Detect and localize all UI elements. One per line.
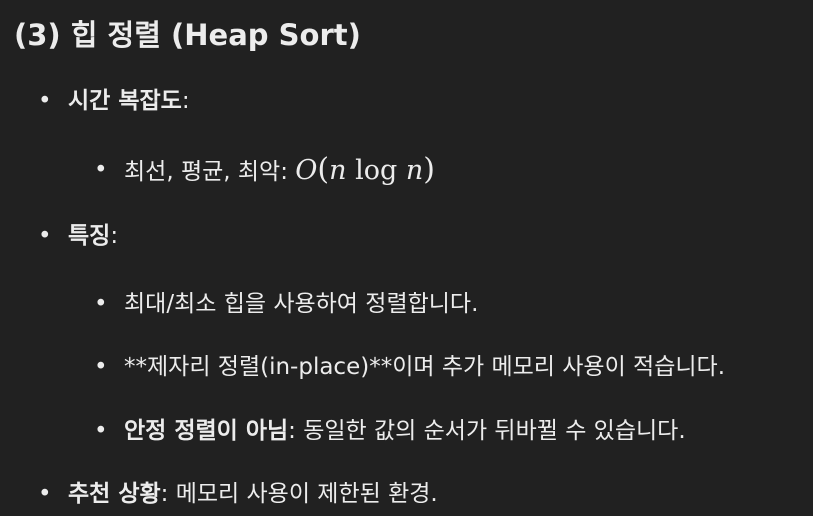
math-log: log (355, 155, 398, 186)
item-text: **제자리 정렬(in-place)**이며 추가 메모리 사용이 적습니다. (124, 354, 725, 380)
math-O: O (295, 155, 318, 186)
item-text: : 동일한 값의 순서가 뒤바뀔 수 있습니다. (288, 418, 686, 444)
math-rparen: ) (423, 152, 435, 187)
math-n: n (405, 155, 424, 186)
bullet-icon: • (38, 481, 52, 507)
item-label: 시간 복잡도 (68, 88, 182, 114)
bullet-icon: • (38, 223, 52, 249)
list-item-recommended: • 추천 상황: 메모리 사용이 제한된 환경. (38, 477, 438, 511)
item-suffix: : 메모리 사용이 제한된 환경. (160, 481, 438, 507)
section-heading: (3) 힙 정렬 (Heap Sort) (14, 18, 361, 52)
list-item-feature-2: • **제자리 정렬(in-place)**이며 추가 메모리 사용이 적습니다… (94, 350, 725, 384)
bullet-icon: • (94, 418, 108, 444)
bullet-icon: • (94, 157, 108, 183)
item-label: 추천 상황 (68, 481, 161, 507)
list-item-feature-1: • 최대/최소 힙을 사용하여 정렬합니다. (94, 287, 479, 321)
bullet-icon: • (94, 291, 108, 317)
bullet-icon: • (94, 354, 108, 380)
item-suffix: : (181, 88, 190, 114)
document: (3) 힙 정렬 (Heap Sort) • 시간 복잡도: • 최선, 평균,… (0, 0, 813, 516)
item-bold: 안정 정렬이 아님 (124, 418, 289, 444)
math-n: n (329, 155, 347, 186)
list-item-features: • 특징: (38, 219, 119, 253)
list-item-feature-3: • 안정 정렬이 아님: 동일한 값의 순서가 뒤바뀔 수 있습니다. (94, 414, 686, 448)
list-item-cases: • 최선, 평균, 최악: O(n log n) (94, 152, 435, 189)
item-text: 최대/최소 힙을 사용하여 정렬합니다. (124, 291, 479, 317)
item-text: 최선, 평균, 최악: (124, 159, 296, 185)
item-label: 특징 (68, 223, 111, 249)
big-o-formula: O(n log n) (295, 152, 435, 187)
bullet-icon: • (38, 88, 52, 114)
math-lparen: ( (317, 152, 330, 187)
list-item-time-complexity: • 시간 복잡도: (38, 84, 190, 118)
item-suffix: : (110, 223, 119, 249)
